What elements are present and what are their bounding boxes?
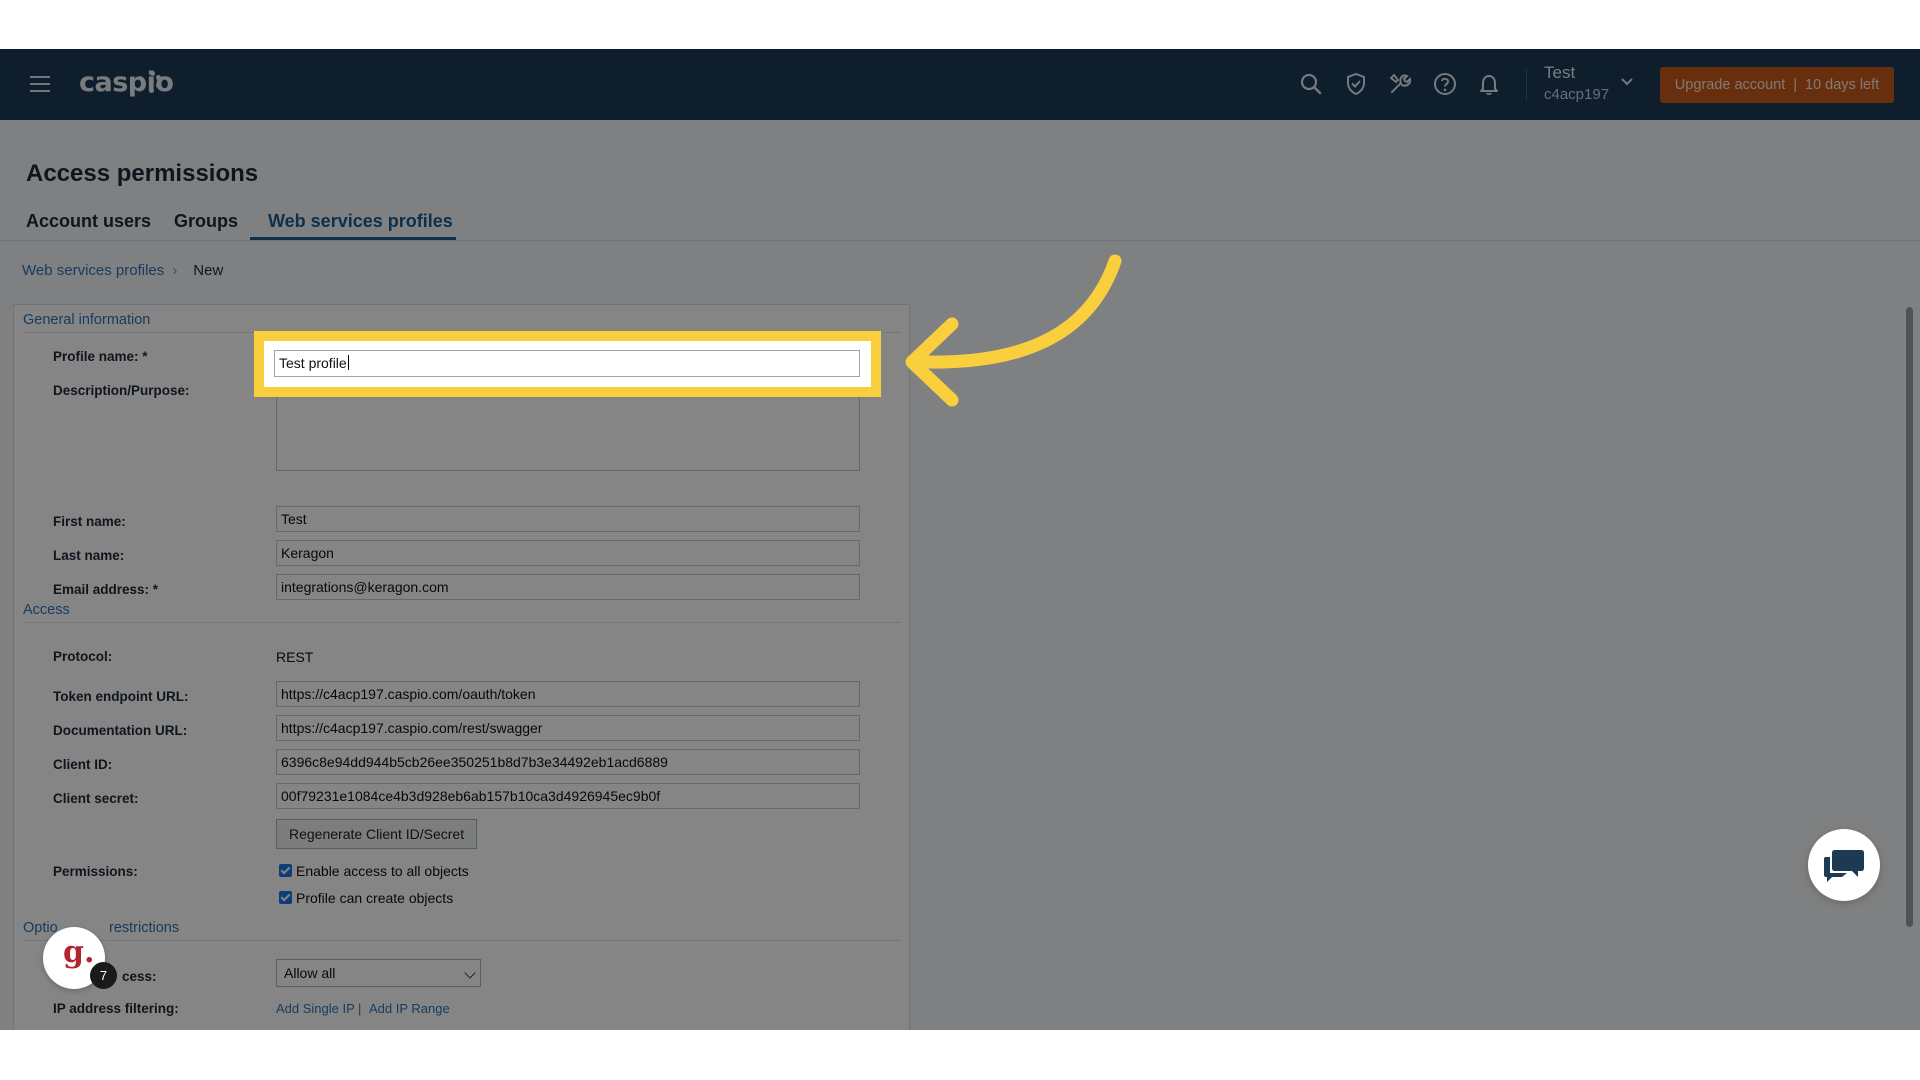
app-frame: caspio Test c4acp197 Upgrade account | 10 …: [0, 49, 1920, 1030]
chat-support-button[interactable]: [1808, 829, 1880, 901]
guide-step-count-badge: 7: [90, 962, 117, 989]
profile-name-field[interactable]: Test profile: [274, 350, 860, 377]
dim-overlay: [0, 49, 1920, 1030]
profile-name-value: Test profile: [279, 355, 347, 371]
chat-icon: [1824, 850, 1864, 882]
guide-widget-logo: g.: [63, 935, 95, 970]
pointer-arrow-icon: [905, 254, 1122, 407]
text-cursor: [347, 355, 349, 370]
